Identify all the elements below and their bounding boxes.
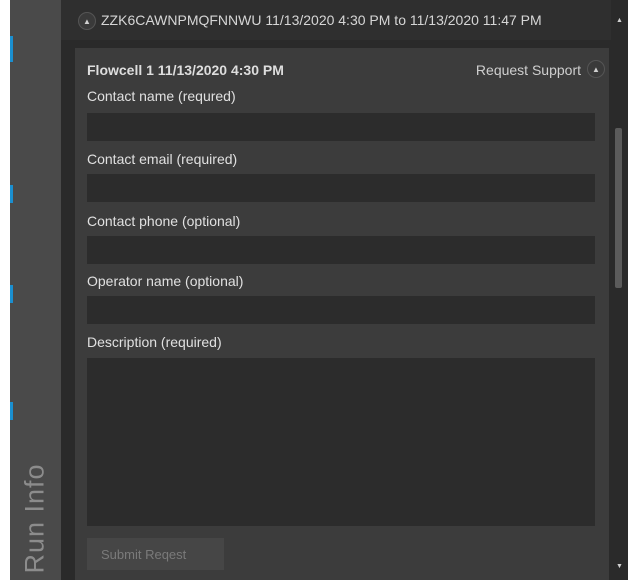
vertical-scrollbar[interactable]: ▲ ▼ <box>611 0 628 580</box>
submit-request-button[interactable]: Submit Reqest <box>87 538 224 570</box>
contact-phone-label: Contact phone (optional) <box>87 213 241 229</box>
run-panel: ▲ ZZK6CAWNPMQFNNWU 11/13/2020 4:30 PM to… <box>61 0 628 580</box>
run-header[interactable]: ▲ ZZK6CAWNPMQFNNWU 11/13/2020 4:30 PM to… <box>61 0 628 40</box>
run-info-side-tab[interactable]: Run Info <box>10 0 61 580</box>
chevron-up-icon[interactable]: ▲ <box>587 60 605 78</box>
contact-email-input[interactable] <box>87 174 595 202</box>
tab-edge-marker <box>10 36 13 62</box>
contact-name-input[interactable] <box>87 113 595 141</box>
tab-edge-marker <box>10 402 13 420</box>
run-title: ZZK6CAWNPMQFNNWU 11/13/2020 4:30 PM to 1… <box>101 12 542 28</box>
contact-name-label: Contact name (requred) <box>87 88 236 104</box>
app-window: Run Info ▲ ZZK6CAWNPMQFNNWU 11/13/2020 4… <box>0 0 628 580</box>
flowcell-title: Flowcell 1 11/13/2020 4:30 PM <box>87 62 284 78</box>
tab-edge-marker <box>10 185 13 203</box>
contact-email-label: Contact email (required) <box>87 151 238 167</box>
request-support-label[interactable]: Request Support <box>476 62 581 78</box>
description-label: Description (required) <box>87 334 222 350</box>
scroll-down-icon[interactable]: ▼ <box>611 558 628 575</box>
side-tab-label: Run Info <box>20 463 51 574</box>
description-textarea[interactable] <box>87 358 595 526</box>
support-request-card: Flowcell 1 11/13/2020 4:30 PM Request Su… <box>75 48 609 580</box>
contact-phone-input[interactable] <box>87 236 595 264</box>
side-tab-label-wrap: Run Info <box>10 456 61 576</box>
scroll-thumb[interactable] <box>615 128 622 288</box>
operator-name-input[interactable] <box>87 296 595 324</box>
operator-name-label: Operator name (optional) <box>87 273 244 289</box>
tab-edge-marker <box>10 285 13 303</box>
chevron-up-icon[interactable]: ▲ <box>78 12 96 30</box>
scroll-up-icon[interactable]: ▲ <box>611 12 628 29</box>
